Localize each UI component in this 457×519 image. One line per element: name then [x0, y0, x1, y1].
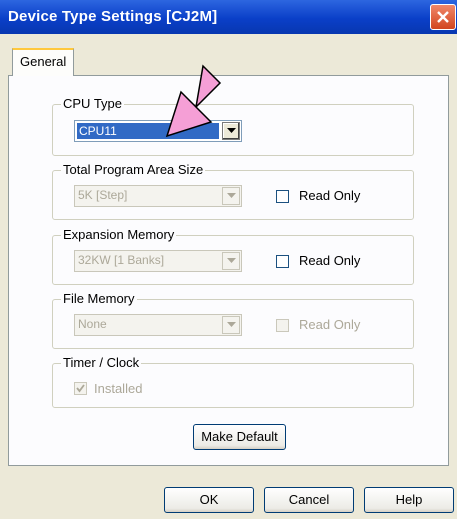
- cpu-type-legend: CPU Type: [61, 96, 125, 111]
- cpu-type-group: CPU Type CPU11: [52, 96, 414, 156]
- help-button[interactable]: Help: [364, 487, 454, 513]
- title-bar[interactable]: Device Type Settings [CJ2M]: [0, 0, 457, 34]
- chevron-down-icon: [227, 322, 236, 327]
- device-type-settings-dialog: Device Type Settings [CJ2M] General CPU …: [0, 0, 457, 519]
- expansion-memory-group: Expansion Memory 32KW [1 Banks] Read Onl…: [52, 227, 414, 285]
- expansion-memory-select[interactable]: 32KW [1 Banks]: [74, 250, 242, 272]
- timer-clock-group: Timer / Clock Installed: [52, 355, 414, 408]
- expansion-memory-read-only-checkbox[interactable]: [276, 255, 289, 268]
- installed-checkbox[interactable]: [74, 382, 87, 395]
- program-area-read-only-label: Read Only: [299, 188, 361, 203]
- tab-general[interactable]: General: [12, 48, 74, 76]
- file-memory-value: None: [78, 317, 107, 331]
- tab-general-label: General: [20, 54, 67, 69]
- make-default-button[interactable]: Make Default: [193, 424, 286, 450]
- file-memory-read-only-checkbox[interactable]: [276, 319, 289, 332]
- close-button[interactable]: [430, 4, 456, 30]
- program-area-read-only-checkbox[interactable]: [276, 190, 289, 203]
- pink-arrow-annotation-icon: [165, 64, 222, 138]
- program-area-dropdown-button[interactable]: [222, 187, 240, 205]
- checkmark-icon: [76, 384, 85, 393]
- close-icon: [437, 11, 449, 23]
- cancel-button[interactable]: Cancel: [264, 487, 354, 513]
- file-memory-read-only-label: Read Only: [299, 317, 361, 332]
- file-memory-select[interactable]: None: [74, 314, 242, 336]
- program-area-legend: Total Program Area Size: [61, 162, 206, 177]
- chevron-down-icon: [227, 258, 236, 263]
- expansion-memory-dropdown-button[interactable]: [222, 252, 240, 270]
- file-memory-legend: File Memory: [61, 291, 137, 306]
- program-area-value: 5K [Step]: [78, 188, 128, 202]
- expansion-memory-legend: Expansion Memory: [61, 227, 177, 242]
- file-memory-dropdown-button[interactable]: [222, 316, 240, 334]
- dialog-title: Device Type Settings [CJ2M]: [8, 8, 218, 25]
- program-area-select[interactable]: 5K [Step]: [74, 185, 242, 207]
- installed-label: Installed: [94, 381, 143, 396]
- file-memory-group: File Memory None Read Only: [52, 291, 414, 349]
- chevron-down-icon: [227, 193, 236, 198]
- expansion-memory-value: 32KW [1 Banks]: [78, 253, 165, 267]
- program-area-group: Total Program Area Size 5K [Step] Read O…: [52, 162, 414, 220]
- timer-clock-legend: Timer / Clock: [61, 355, 142, 370]
- ok-button[interactable]: OK: [164, 487, 254, 513]
- expansion-memory-read-only-label: Read Only: [299, 253, 361, 268]
